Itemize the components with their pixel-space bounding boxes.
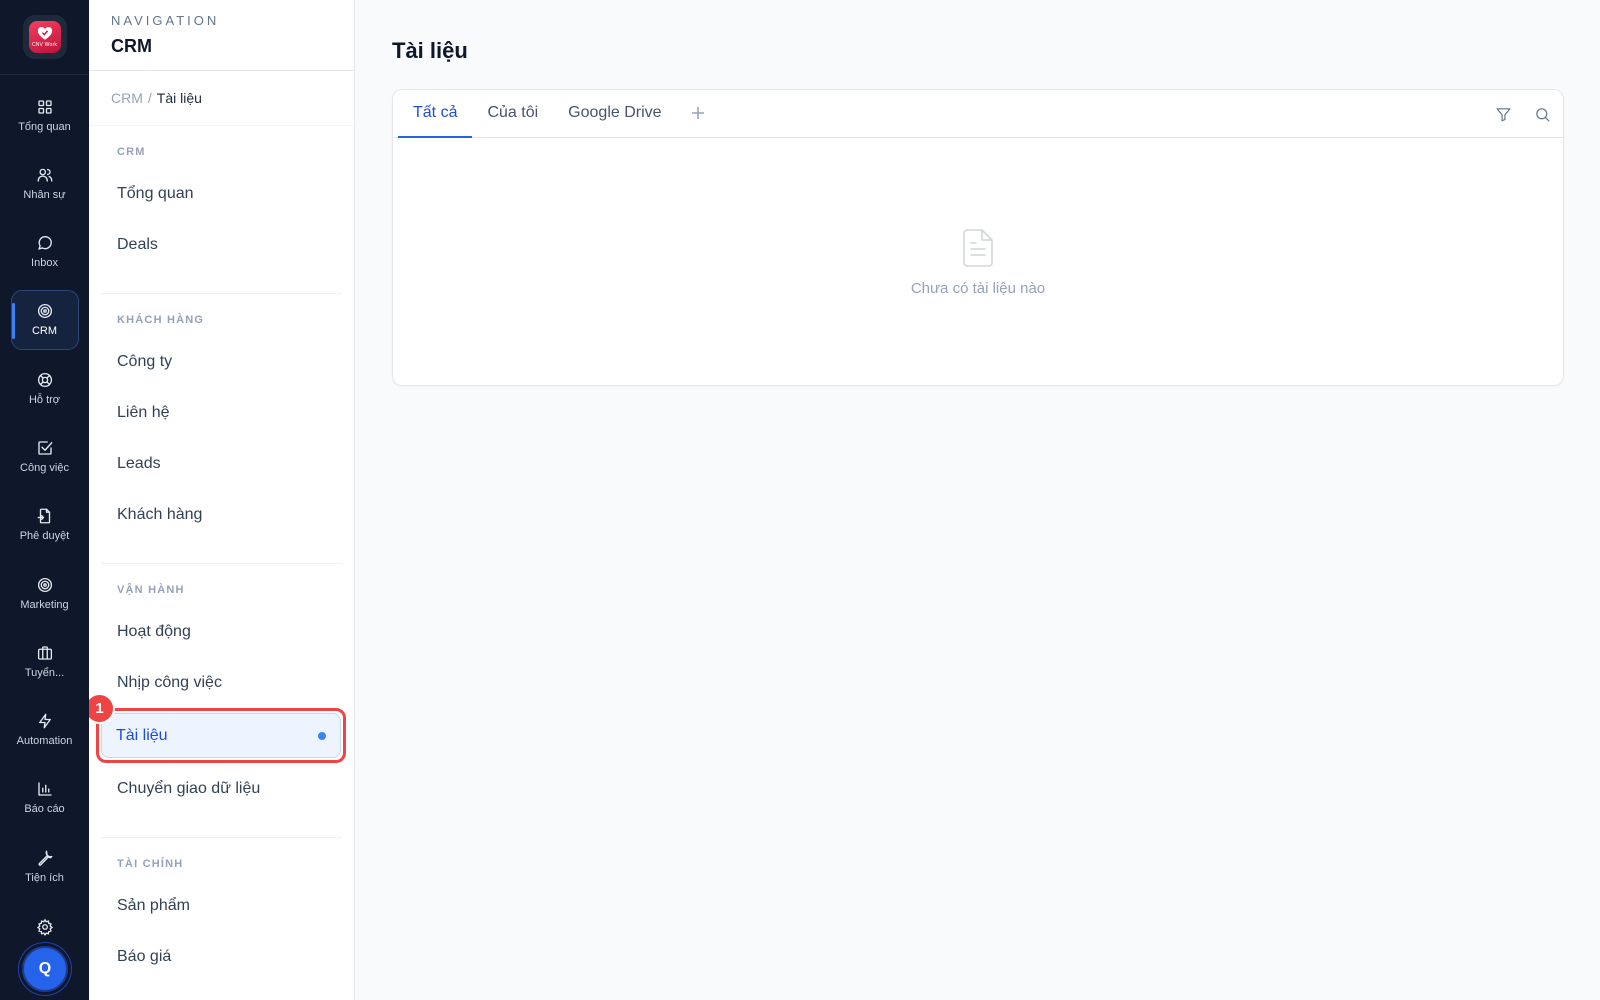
wrench-icon xyxy=(37,850,52,866)
avatar[interactable]: Q xyxy=(22,946,68,992)
lifebuoy-icon xyxy=(37,372,52,387)
nav-header: NAVIGATION CRM xyxy=(89,0,354,71)
rail-item-crm[interactable]: CRM xyxy=(10,289,79,350)
add-tab-button[interactable] xyxy=(677,89,719,137)
active-indicator-dot xyxy=(318,731,326,740)
nav-title: CRM xyxy=(111,36,152,56)
rail-label: Báo cáo xyxy=(24,803,65,816)
nav-panel: NAVIGATION CRM CRM / Tài liệu CRM Tổng q… xyxy=(89,0,355,1000)
nav-item-label: Tài liệu xyxy=(116,726,168,744)
breadcrumb-root[interactable]: CRM xyxy=(111,90,143,106)
app-rail: CNV Work Tổng quan Nhân sự Inbox CRM Hỗ … xyxy=(0,0,89,1000)
section-label: TÀI CHÍNH xyxy=(117,858,184,870)
nav-eyebrow: NAVIGATION xyxy=(111,13,220,28)
check-square-icon xyxy=(37,441,52,455)
rail-item-inbox[interactable]: Inbox xyxy=(11,222,79,282)
plus-icon xyxy=(691,107,704,119)
rail-item-ho-tro[interactable]: Hỗ trợ xyxy=(11,358,79,418)
tab-google-drive[interactable]: Google Drive xyxy=(553,89,676,137)
empty-state-text: Chưa có tài liệu nào xyxy=(910,280,1046,297)
tab-cua-toi[interactable]: Của tôi xyxy=(472,89,553,137)
main-content: Tài liệu Tất cả Của tôi Google Drive Chư… xyxy=(355,0,1600,1000)
grid-icon xyxy=(37,99,52,114)
tab-bar: Tất cả Của tôi Google Drive xyxy=(393,90,1563,138)
rail-menu: Tổng quan Nhân sự Inbox CRM Hỗ trợ Công … xyxy=(10,75,79,905)
logo-mark: CNV Work xyxy=(28,21,61,53)
logo-area: CNV Work xyxy=(0,0,89,75)
section-label: VẬN HÀNH xyxy=(117,584,185,596)
target-icon xyxy=(37,304,52,319)
nav-item-chuyen-giao-du-lieu[interactable]: Chuyển giao dữ liệu xyxy=(101,763,342,814)
rail-label: Marketing xyxy=(20,598,69,611)
highlight-outline: 1 Tài liệu xyxy=(89,693,346,763)
settings-button[interactable] xyxy=(0,918,89,936)
search-icon[interactable] xyxy=(1534,106,1551,123)
rail-item-automation[interactable]: Automation xyxy=(11,700,79,760)
nav-section-khach-hang: KHÁCH HÀNG Công ty Liên hệ Leads Khách h… xyxy=(101,293,342,563)
rail-label: Automation xyxy=(16,735,73,748)
nav-item-khach-hang[interactable]: Khách hàng xyxy=(101,489,342,540)
app-logo[interactable]: CNV Work xyxy=(22,15,67,59)
tab-toolbar xyxy=(1495,90,1551,138)
document-icon xyxy=(963,229,993,267)
breadcrumb-current: Tài liệu xyxy=(156,90,202,106)
rail-label: Tổng quan xyxy=(18,120,71,133)
breadcrumb: CRM / Tài liệu xyxy=(89,71,354,126)
nav-section-crm: CRM Tổng quan Deals xyxy=(89,126,354,293)
nav-item-tai-lieu[interactable]: Tài liệu xyxy=(101,713,341,758)
file-approve-icon xyxy=(37,508,50,524)
message-icon xyxy=(37,236,52,250)
nav-item-san-pham[interactable]: Sản phẩm xyxy=(101,880,342,931)
nav-item-don-ban-hang[interactable]: Đơn bán hàng xyxy=(101,982,342,1000)
nav-item-lien-he[interactable]: Liên hệ xyxy=(101,387,342,438)
bar-chart-icon xyxy=(37,782,52,797)
rail-label: Tiện ích xyxy=(25,871,64,884)
gear-icon xyxy=(36,918,53,936)
users-icon xyxy=(37,168,52,182)
rail-label: Công việc xyxy=(20,461,69,474)
rail-item-marketing[interactable]: Marketing xyxy=(11,563,79,623)
rail-label: Nhân sự xyxy=(23,188,66,201)
rail-item-nhan-su[interactable]: Nhân sự xyxy=(11,153,79,213)
documents-card: Tất cả Của tôi Google Drive Chưa có tài … xyxy=(392,89,1564,386)
nav-item-leads[interactable]: Leads xyxy=(101,438,342,489)
empty-state: Chưa có tài liệu nào xyxy=(393,228,1563,297)
rail-label: CRM xyxy=(31,325,58,338)
section-label: CRM xyxy=(117,146,146,158)
nav-item-deals[interactable]: Deals xyxy=(101,219,342,270)
rail-item-tong-quan[interactable]: Tổng quan xyxy=(11,85,79,145)
rail-label: Tuyển... xyxy=(24,666,65,679)
section-label: KHÁCH HÀNG xyxy=(117,314,205,326)
rail-item-tien-ich[interactable]: Tiện ích xyxy=(11,836,79,896)
nav-item-tong-quan[interactable]: Tổng quan xyxy=(101,168,342,219)
logo-text: CNV Work xyxy=(31,41,58,48)
nav-item-hoat-dong[interactable]: Hoạt động xyxy=(101,606,342,657)
nav-section-van-hanh: VẬN HÀNH Hoạt động Nhịp công việc 1 Tài … xyxy=(89,563,346,837)
target-icon xyxy=(37,577,52,592)
rail-item-phe-duyet[interactable]: Phê duyệt xyxy=(11,495,79,555)
rail-label: Hỗ trợ xyxy=(28,393,61,406)
rail-label: Phê duyệt xyxy=(19,530,70,543)
page-title: Tài liệu xyxy=(392,38,468,63)
nav-section-tai-chinh: TÀI CHÍNH Sản phẩm Báo giá Đơn bán hàng xyxy=(101,837,342,1000)
heart-icon xyxy=(37,26,52,40)
filter-icon[interactable] xyxy=(1495,106,1512,123)
nav-item-nhip-cong-viec[interactable]: Nhịp công việc xyxy=(101,657,342,708)
nav-item-bao-gia[interactable]: Báo giá xyxy=(101,931,342,982)
rail-item-tuyen-dung[interactable]: Tuyển... xyxy=(11,631,79,691)
bolt-icon xyxy=(38,713,51,729)
rail-item-cong-viec[interactable]: Công việc xyxy=(11,426,79,486)
rail-label: Inbox xyxy=(31,257,58,270)
breadcrumb-separator: / xyxy=(147,90,152,106)
nav-item-cong-ty[interactable]: Công ty xyxy=(101,336,342,387)
tab-tat-ca[interactable]: Tất cả xyxy=(398,89,473,138)
briefcase-icon xyxy=(37,646,52,660)
rail-item-bao-cao[interactable]: Báo cáo xyxy=(11,768,79,828)
